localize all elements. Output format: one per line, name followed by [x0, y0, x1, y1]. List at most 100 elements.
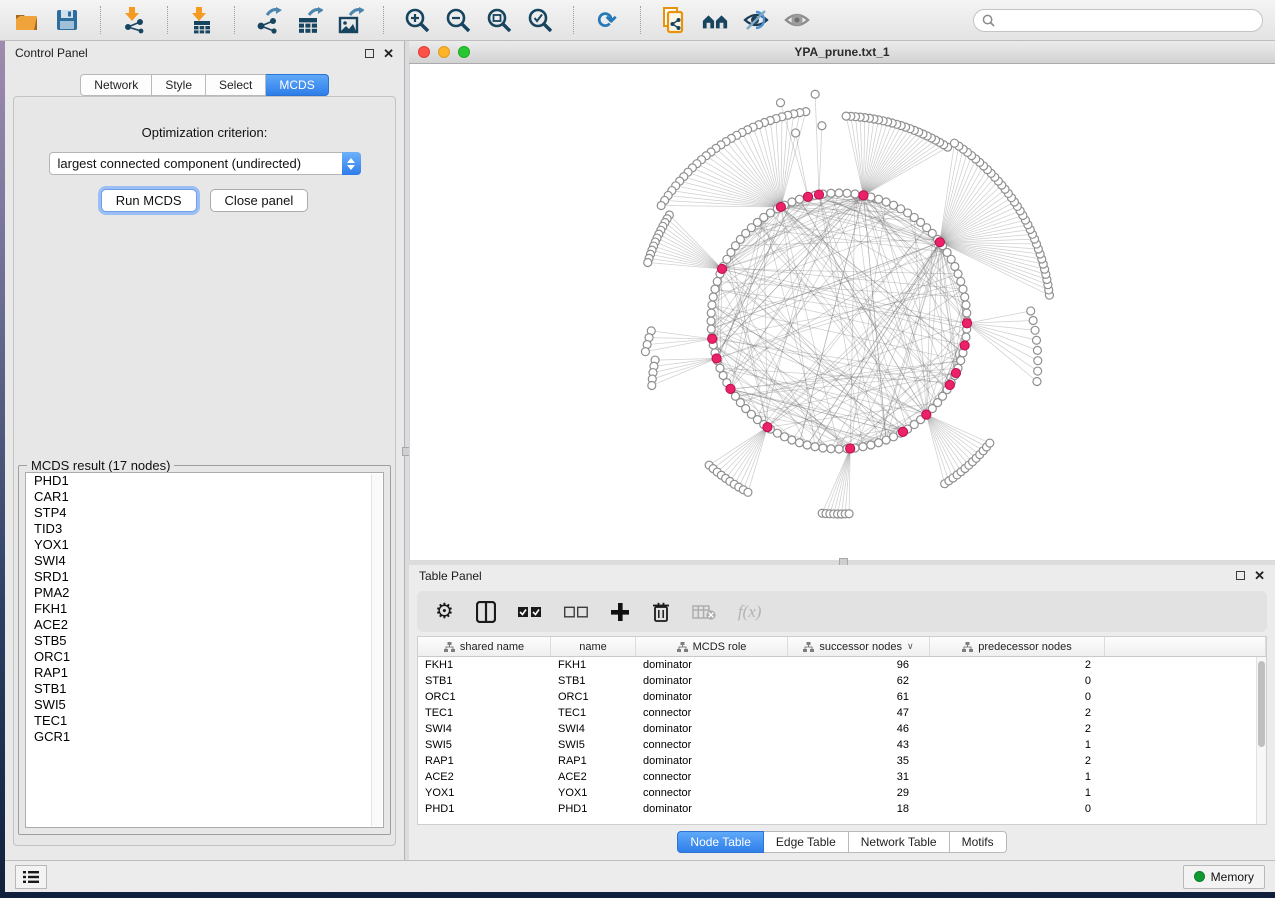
- optimization-criterion-select[interactable]: largest connected component (undirected): [49, 152, 361, 175]
- graph-node[interactable]: [1027, 307, 1035, 315]
- mcds-result-item[interactable]: ORC1: [26, 649, 383, 665]
- graph-node[interactable]: [867, 441, 875, 449]
- graph-node[interactable]: [875, 195, 883, 203]
- export-network-icon[interactable]: [254, 6, 282, 34]
- first-neighbors-icon[interactable]: [701, 6, 729, 34]
- graph-node[interactable]: [962, 301, 970, 309]
- import-network-icon[interactable]: [120, 6, 148, 34]
- graph-node[interactable]: [795, 195, 803, 203]
- graph-node[interactable]: [835, 189, 843, 197]
- tab-motifs[interactable]: Motifs: [950, 831, 1007, 853]
- graph-node[interactable]: [1031, 326, 1039, 334]
- dominator-node[interactable]: [945, 380, 954, 389]
- table-row[interactable]: ACE2ACE2connector311: [418, 769, 1266, 785]
- table-row[interactable]: STB1STB1dominator620: [418, 673, 1266, 689]
- mcds-result-item[interactable]: FKH1: [26, 601, 383, 617]
- window-close-button[interactable]: [418, 46, 430, 58]
- dominator-node[interactable]: [726, 384, 735, 393]
- mcds-result-item[interactable]: YOX1: [26, 537, 383, 553]
- select-all-icon[interactable]: [518, 599, 542, 625]
- table-row[interactable]: YOX1YOX1connector291: [418, 785, 1266, 801]
- column-header-name[interactable]: name: [551, 637, 636, 656]
- mcds-result-item[interactable]: ACE2: [26, 617, 383, 633]
- close-panel-button[interactable]: Close panel: [210, 189, 309, 212]
- graph-node[interactable]: [962, 333, 970, 341]
- graph-node[interactable]: [708, 301, 716, 309]
- graph-node[interactable]: [707, 317, 715, 325]
- graph-node[interactable]: [959, 285, 967, 293]
- dominator-node[interactable]: [803, 192, 812, 201]
- zoom-fit-icon[interactable]: [485, 6, 513, 34]
- float-panel-icon[interactable]: [1236, 571, 1245, 580]
- export-table-icon[interactable]: [295, 6, 323, 34]
- show-all-eye-icon[interactable]: [783, 6, 811, 34]
- graph-node[interactable]: [657, 202, 665, 210]
- window-maximize-button[interactable]: [458, 46, 470, 58]
- graph-node[interactable]: [818, 122, 826, 130]
- tab-node-table[interactable]: Node Table: [677, 831, 764, 853]
- table-row[interactable]: RAP1RAP1dominator352: [418, 753, 1266, 769]
- dominator-node[interactable]: [776, 202, 785, 211]
- dominator-node[interactable]: [846, 444, 855, 453]
- add-column-icon[interactable]: [610, 599, 630, 625]
- tab-select[interactable]: Select: [206, 74, 266, 96]
- run-mcds-button[interactable]: Run MCDS: [101, 189, 197, 212]
- graph-node[interactable]: [842, 112, 850, 120]
- dominator-node[interactable]: [763, 423, 772, 432]
- graph-node[interactable]: [811, 90, 819, 98]
- close-panel-icon[interactable]: ✕: [383, 47, 394, 60]
- graph-node[interactable]: [1034, 367, 1042, 375]
- delete-table-icon[interactable]: [692, 599, 716, 625]
- graph-node[interactable]: [1029, 317, 1037, 325]
- list-scrollbar[interactable]: [371, 474, 382, 826]
- export-image-icon[interactable]: [336, 6, 364, 34]
- table-row[interactable]: ORC1ORC1dominator610: [418, 689, 1266, 705]
- dominator-node[interactable]: [898, 427, 907, 436]
- graph-node[interactable]: [851, 190, 859, 198]
- network-view[interactable]: [409, 64, 1275, 560]
- graph-node[interactable]: [792, 129, 800, 137]
- dominator-node[interactable]: [922, 410, 931, 419]
- graph-node[interactable]: [819, 444, 827, 452]
- mcds-result-item[interactable]: TEC1: [26, 713, 383, 729]
- tab-style[interactable]: Style: [152, 74, 206, 96]
- mcds-result-item[interactable]: PMA2: [26, 585, 383, 601]
- table-scrollbar[interactable]: [1256, 657, 1266, 824]
- zoom-in-icon[interactable]: [403, 6, 431, 34]
- table-row[interactable]: TEC1TEC1connector472: [418, 705, 1266, 721]
- graph-node[interactable]: [707, 325, 715, 333]
- scrollbar-thumb[interactable]: [1258, 661, 1265, 747]
- mcds-result-item[interactable]: SWI5: [26, 697, 383, 713]
- table-row[interactable]: PHD1PHD1dominator180: [418, 801, 1266, 817]
- graph-node[interactable]: [961, 293, 969, 301]
- graph-node[interactable]: [1032, 336, 1040, 344]
- graph-node[interactable]: [835, 445, 843, 453]
- function-builder-icon[interactable]: f(x): [738, 599, 762, 625]
- mcds-result-item[interactable]: CAR1: [26, 489, 383, 505]
- graph-node[interactable]: [641, 348, 649, 356]
- hide-selected-eye-icon[interactable]: [742, 6, 770, 34]
- import-table-icon[interactable]: [187, 6, 215, 34]
- column-header-predecessor-nodes[interactable]: predecessor nodes: [930, 637, 1105, 656]
- window-minimize-button[interactable]: [438, 46, 450, 58]
- graph-node[interactable]: [1033, 378, 1041, 386]
- graph-node[interactable]: [1034, 357, 1042, 365]
- dominator-node[interactable]: [717, 264, 726, 273]
- table-row[interactable]: FKH1FKH1dominator962: [418, 657, 1266, 673]
- column-header-successor-nodes[interactable]: successor nodes∨: [788, 637, 930, 656]
- network-graph[interactable]: [410, 64, 1275, 560]
- tab-network-table[interactable]: Network Table: [849, 831, 950, 853]
- graph-node[interactable]: [811, 443, 819, 451]
- open-file-icon[interactable]: [12, 6, 40, 34]
- mcds-result-item[interactable]: SWI4: [26, 553, 383, 569]
- unselect-all-icon[interactable]: [564, 599, 588, 625]
- memory-button[interactable]: Memory: [1183, 865, 1265, 889]
- search-box[interactable]: [973, 9, 1263, 32]
- dominator-node[interactable]: [935, 238, 944, 247]
- graph-node[interactable]: [713, 277, 721, 285]
- graph-node[interactable]: [788, 436, 796, 444]
- graph-node[interactable]: [1033, 346, 1041, 354]
- table-settings-icon[interactable]: ⚙: [435, 599, 454, 625]
- graph-node[interactable]: [957, 357, 965, 365]
- save-icon[interactable]: [53, 6, 81, 34]
